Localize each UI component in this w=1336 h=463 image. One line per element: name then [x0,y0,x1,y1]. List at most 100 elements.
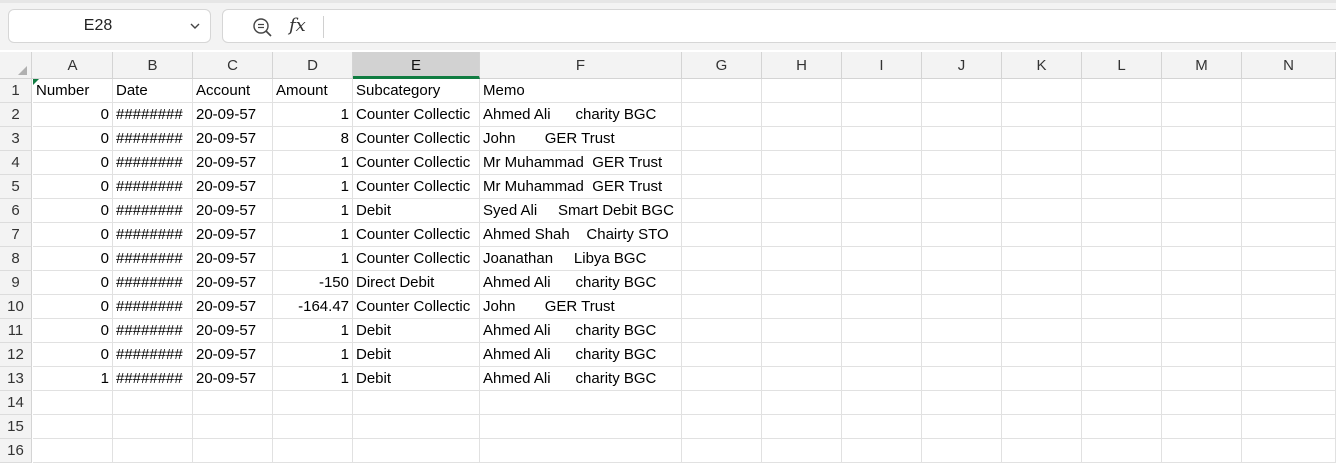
cell-c3[interactable]: 20-09-57 [193,127,273,151]
cell-b3[interactable]: ######## [113,127,193,151]
cell-c14[interactable] [193,391,273,415]
cell-a1[interactable]: Number [33,79,113,103]
cell-m12[interactable] [1162,343,1242,367]
column-header-c[interactable]: C [193,52,273,79]
row-header[interactable]: 3 [0,127,32,151]
cell-n2[interactable] [1242,103,1336,127]
cell-i7[interactable] [842,223,922,247]
cell-m9[interactable] [1162,271,1242,295]
cell-m16[interactable] [1162,439,1242,463]
column-header-h[interactable]: H [762,52,842,79]
cell-g15[interactable] [682,415,762,439]
cell-j12[interactable] [922,343,1002,367]
chevron-down-icon[interactable] [188,19,202,33]
cell-g9[interactable] [682,271,762,295]
cell-c7[interactable]: 20-09-57 [193,223,273,247]
cell-i11[interactable] [842,319,922,343]
cell-g16[interactable] [682,439,762,463]
cell-d3[interactable]: 8 [273,127,353,151]
cell-b4[interactable]: ######## [113,151,193,175]
cell-d16[interactable] [273,439,353,463]
cell-f1[interactable]: Memo [480,79,682,103]
cell-d12[interactable]: 1 [273,343,353,367]
formula-bar[interactable]: fx [222,9,1336,43]
cell-b6[interactable]: ######## [113,199,193,223]
cell-h12[interactable] [762,343,842,367]
column-header-k[interactable]: K [1002,52,1082,79]
cell-n10[interactable] [1242,295,1336,319]
cell-a11[interactable]: 0 [33,319,113,343]
cell-c12[interactable]: 20-09-57 [193,343,273,367]
row-header[interactable]: 7 [0,223,32,247]
cell-m8[interactable] [1162,247,1242,271]
cell-j1[interactable] [922,79,1002,103]
cell-k2[interactable] [1002,103,1082,127]
cell-i5[interactable] [842,175,922,199]
cell-e1[interactable]: Subcategory [353,79,480,103]
cell-m10[interactable] [1162,295,1242,319]
column-header-e[interactable]: E [353,52,480,79]
row-header[interactable]: 11 [0,319,32,343]
cell-e11[interactable]: Debit [353,319,480,343]
cell-f5[interactable]: Mr Muhammad GER Trust [480,175,682,199]
row-header[interactable]: 12 [0,343,32,367]
cell-l2[interactable] [1082,103,1162,127]
cell-l1[interactable] [1082,79,1162,103]
cell-e6[interactable]: Debit [353,199,480,223]
cell-e4[interactable]: Counter Collectic [353,151,480,175]
cell-h15[interactable] [762,415,842,439]
cell-f10[interactable]: John GER Trust [480,295,682,319]
cell-d4[interactable]: 1 [273,151,353,175]
cell-d1[interactable]: Amount [273,79,353,103]
cell-h8[interactable] [762,247,842,271]
cell-a2[interactable]: 0 [33,103,113,127]
cell-f11[interactable]: Ahmed Ali charity BGC [480,319,682,343]
cell-f9[interactable]: Ahmed Ali charity BGC [480,271,682,295]
row-header[interactable]: 6 [0,199,32,223]
cell-m1[interactable] [1162,79,1242,103]
column-header-j[interactable]: J [922,52,1002,79]
row-header[interactable]: 1 [0,79,32,103]
cell-c10[interactable]: 20-09-57 [193,295,273,319]
column-header-b[interactable]: B [113,52,193,79]
cell-i12[interactable] [842,343,922,367]
cell-i13[interactable] [842,367,922,391]
cell-l5[interactable] [1082,175,1162,199]
cell-k13[interactable] [1002,367,1082,391]
cell-n4[interactable] [1242,151,1336,175]
cell-h2[interactable] [762,103,842,127]
cell-g11[interactable] [682,319,762,343]
cell-b5[interactable]: ######## [113,175,193,199]
cell-n12[interactable] [1242,343,1336,367]
cell-e14[interactable] [353,391,480,415]
cell-k12[interactable] [1002,343,1082,367]
cell-d11[interactable]: 1 [273,319,353,343]
cell-j16[interactable] [922,439,1002,463]
cell-l8[interactable] [1082,247,1162,271]
cell-g10[interactable] [682,295,762,319]
cell-i10[interactable] [842,295,922,319]
cell-f15[interactable] [480,415,682,439]
cell-l9[interactable] [1082,271,1162,295]
row-header[interactable]: 14 [0,391,32,415]
cell-c2[interactable]: 20-09-57 [193,103,273,127]
cell-i6[interactable] [842,199,922,223]
cell-e5[interactable]: Counter Collectic [353,175,480,199]
cell-k11[interactable] [1002,319,1082,343]
cell-j9[interactable] [922,271,1002,295]
cell-l11[interactable] [1082,319,1162,343]
cell-n1[interactable] [1242,79,1336,103]
cell-b8[interactable]: ######## [113,247,193,271]
cell-i1[interactable] [842,79,922,103]
cell-e12[interactable]: Debit [353,343,480,367]
row-header[interactable]: 10 [0,295,32,319]
cell-b9[interactable]: ######## [113,271,193,295]
cell-m13[interactable] [1162,367,1242,391]
cell-i2[interactable] [842,103,922,127]
cell-d10[interactable]: -164.47 [273,295,353,319]
cell-h13[interactable] [762,367,842,391]
cell-b14[interactable] [113,391,193,415]
cell-j15[interactable] [922,415,1002,439]
row-header[interactable]: 4 [0,151,32,175]
cell-k4[interactable] [1002,151,1082,175]
